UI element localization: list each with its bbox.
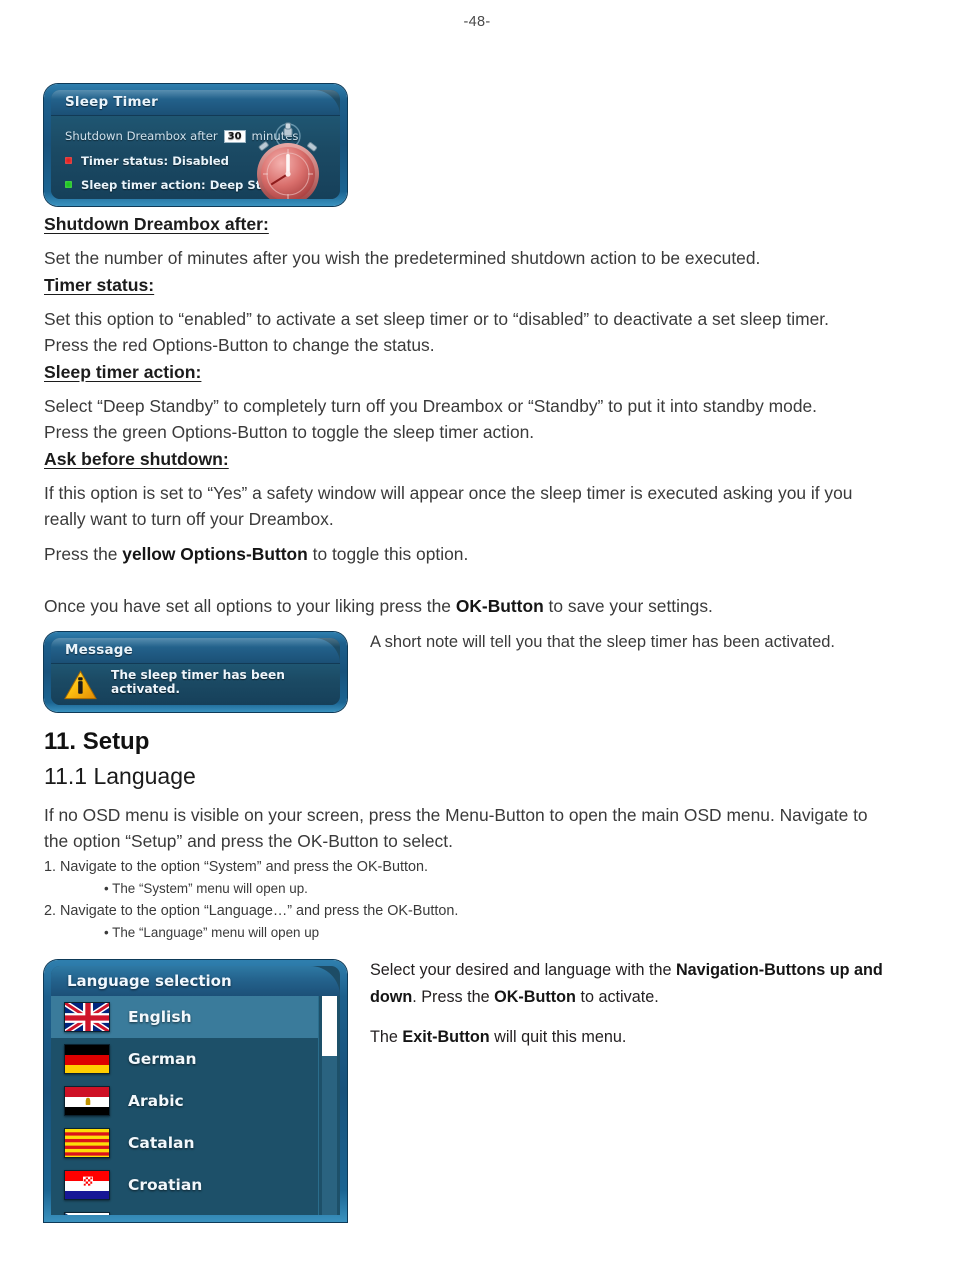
language-list-wrapper: English German Arabic Catalan Croatian	[51, 996, 340, 1215]
sleep-timer-title: Sleep Timer	[65, 94, 158, 110]
language-titlebar: Language selection	[51, 966, 340, 996]
sleep-timer-titlebar: Sleep Timer	[51, 90, 340, 116]
section-heading: 11.1 Language	[44, 763, 196, 789]
lang-note-p2-pre: The	[370, 1028, 403, 1046]
chapter-intro-line2: the option “Setup” and press the OK-Butt…	[44, 831, 453, 851]
yellow-note-post: to toggle this option.	[307, 544, 469, 564]
section-ask-before-shutdown: Ask before shutdown: If this option is s…	[44, 447, 910, 567]
text-ask-before-shutdown-line1: If this option is set to “Yes” a safety …	[44, 483, 853, 503]
warning-triangle-icon	[64, 669, 97, 699]
shutdown-after-label: Shutdown Dreambox after	[65, 129, 218, 143]
message-titlebar: Message	[51, 638, 340, 664]
chapter-intro: If no OSD menu is visible on your screen…	[44, 802, 910, 854]
language-label: German	[128, 1050, 197, 1068]
chapter-steps-list: 1. Navigate to the option “System” and p…	[44, 856, 910, 944]
language-scrollbar[interactable]	[318, 996, 340, 1215]
message-dialog-screenshot: Message The sleep timer has been activat…	[44, 632, 347, 712]
list-item-croatian[interactable]: Croatian	[51, 1164, 318, 1206]
chapter-heading: 11. Setup	[44, 728, 150, 755]
text-ask-before-shutdown-line2: really want to turn off your Dreambox.	[44, 509, 334, 529]
yellow-note-bold: yellow Options-Button	[122, 544, 308, 564]
heading-sleep-timer-action: Sleep timer action:	[44, 362, 202, 382]
list-item-german[interactable]: German	[51, 1038, 318, 1080]
step-2-bullet: • The “Language” menu will open up	[104, 925, 320, 940]
language-note-block: Select your desired and language with th…	[370, 957, 915, 1051]
flag-catalonia-icon	[64, 1128, 110, 1158]
message-content-row: The sleep timer has been activated.	[51, 664, 340, 705]
section-sleep-timer-action: Sleep timer action: Select “Deep Standby…	[44, 360, 910, 445]
minutes-value-field[interactable]: 30	[223, 130, 246, 143]
heading-ask-before-shutdown: Ask before shutdown:	[44, 449, 229, 469]
lang-note-p2-post: will quit this menu.	[489, 1028, 627, 1046]
message-title: Message	[65, 642, 133, 658]
lang-note-p1-mid: . Press the	[412, 988, 495, 1006]
chapter-intro-line1: If no OSD menu is visible on your screen…	[44, 805, 868, 825]
language-selection-screenshot: Language selection English German Arabic…	[44, 960, 347, 1222]
message-text: The sleep timer has been activated.	[111, 667, 285, 696]
scrollbar-thumb[interactable]	[322, 996, 337, 1056]
heading-timer-status: Timer status:	[44, 275, 155, 295]
text-shutdown-after: Set the number of minutes after you wish…	[44, 248, 761, 268]
lang-note-p2-bold: Exit-Button	[402, 1028, 490, 1046]
step-2: 2. Navigate to the option “Language…” an…	[44, 903, 459, 919]
list-item-english[interactable]: English	[51, 996, 318, 1038]
language-label: Croatian	[128, 1176, 203, 1194]
language-dialog-title: Language selection	[67, 972, 232, 990]
message-dialog-inner: Message The sleep timer has been activat…	[51, 638, 340, 705]
message-body: The sleep timer has been activated.	[51, 664, 340, 705]
language-label: Catalan	[128, 1134, 195, 1152]
flag-uk-icon	[64, 1002, 110, 1032]
save-note-bold: OK-Button	[455, 596, 544, 616]
stopwatch-icon	[257, 122, 319, 199]
language-list[interactable]: English German Arabic Catalan Croatian	[51, 996, 318, 1215]
lang-note-p1-bold2: OK-Button	[494, 988, 576, 1006]
language-label: English	[128, 1008, 192, 1026]
lang-note-p1-pre: Select your desired and language with th…	[370, 961, 676, 979]
timer-status-label: Timer status: Disabled	[81, 154, 229, 168]
list-item-catalan[interactable]: Catalan	[51, 1122, 318, 1164]
list-item-arabic[interactable]: Arabic	[51, 1080, 318, 1122]
page-number: -48-	[463, 14, 491, 30]
heading-shutdown-after: Shutdown Dreambox after:	[44, 214, 269, 234]
timer-status-row[interactable]: Timer status: Disabled	[65, 154, 229, 168]
flag-egypt-icon	[64, 1086, 110, 1116]
language-dialog-inner: Language selection English German Arabic…	[51, 966, 340, 1215]
language-note-p2: The Exit-Button will quit this menu.	[370, 1024, 915, 1051]
sleep-timer-dialog-screenshot: Sleep Timer Shutdown Dreambox after 30 min…	[44, 84, 347, 206]
list-item-partial[interactable]	[51, 1206, 318, 1215]
green-led-icon	[65, 181, 72, 188]
step-1-bullet: • The “System” menu will open up.	[104, 881, 308, 896]
text-sleep-timer-action-line1: Select “Deep Standby” to completely turn…	[44, 396, 818, 416]
section-shutdown-after: Shutdown Dreambox after: Set the number …	[44, 212, 910, 271]
flag-croatia-icon	[64, 1170, 110, 1200]
flag-germany-icon	[64, 1044, 110, 1074]
language-label: Arabic	[128, 1092, 184, 1110]
text-timer-status-line1: Set this option to “enabled” to activate…	[44, 309, 829, 329]
text-save-settings-note: Once you have set all options to your li…	[44, 593, 910, 619]
text-timer-status-line2: Press the red Options-Button to change t…	[44, 335, 435, 355]
text-sleep-timer-action-line2: Press the green Options-Button to toggle…	[44, 422, 535, 442]
flag-czech-icon	[64, 1212, 110, 1215]
lang-note-p1-post: to activate.	[575, 988, 659, 1006]
text-message-note: A short note will tell you that the slee…	[370, 633, 836, 651]
text-yellow-button-note: Press the yellow Options-Button to toggl…	[44, 541, 910, 567]
save-note-pre: Once you have set all options to your li…	[44, 596, 456, 616]
red-led-icon	[65, 157, 72, 164]
language-note-p1: Select your desired and language with th…	[370, 957, 915, 1011]
sleep-timer-dialog-inner: Sleep Timer Shutdown Dreambox after 30 min…	[51, 90, 340, 199]
yellow-note-pre: Press the	[44, 544, 123, 564]
save-note-post: to save your settings.	[543, 596, 713, 616]
sleep-timer-body: Shutdown Dreambox after 30 minutes Timer s…	[51, 116, 340, 199]
step-1: 1. Navigate to the option “System” and p…	[44, 859, 428, 875]
section-timer-status: Timer status: Set this option to “enable…	[44, 273, 910, 358]
